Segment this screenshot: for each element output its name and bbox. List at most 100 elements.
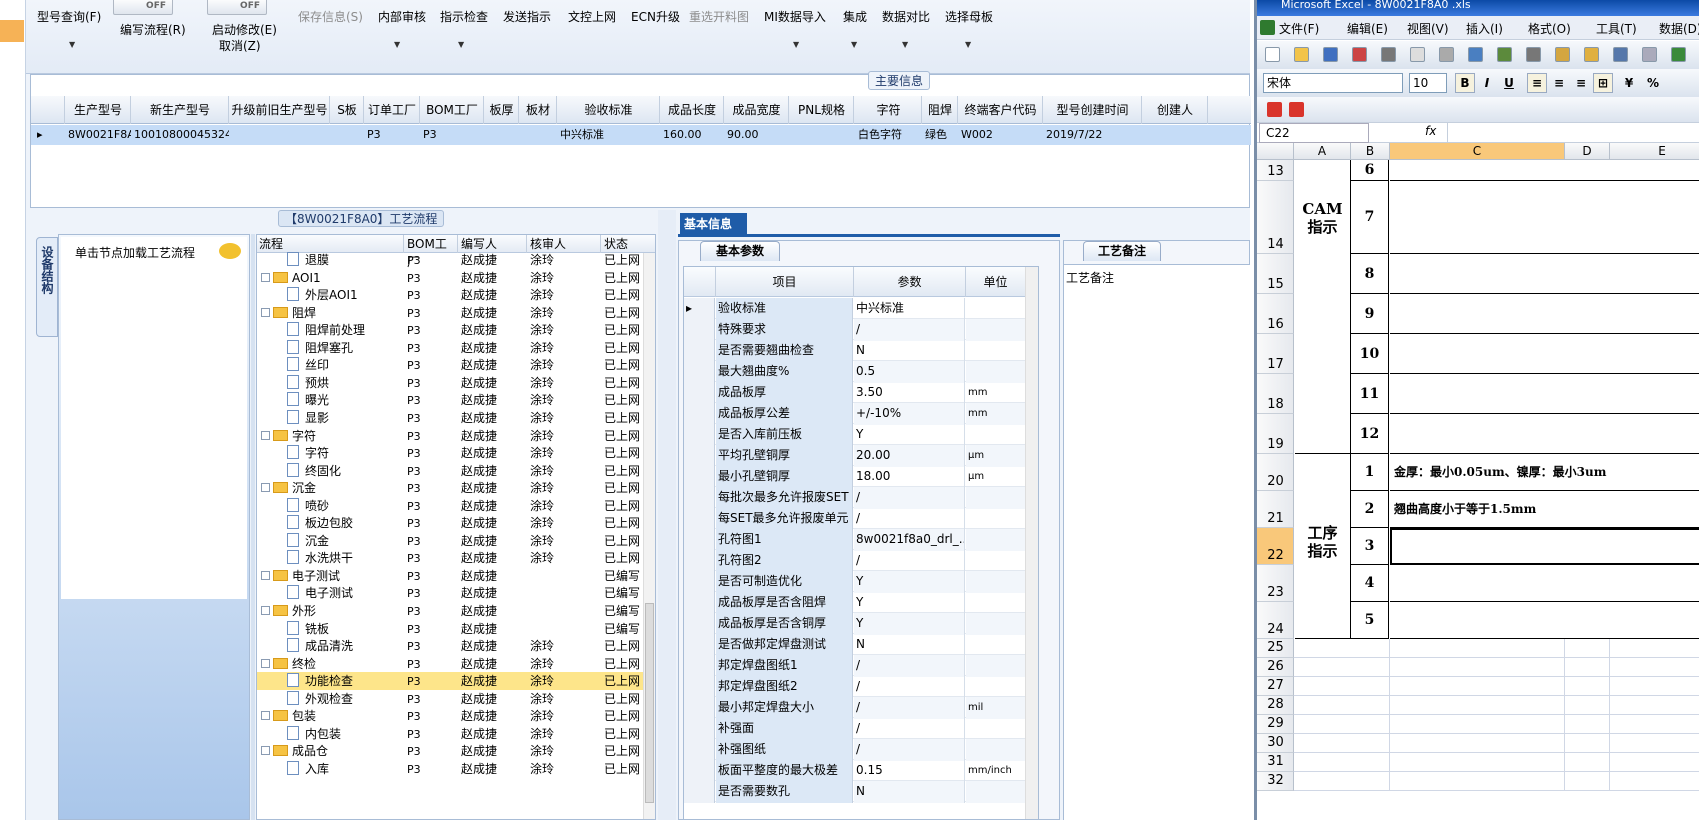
row-selector[interactable] [684, 634, 715, 656]
menu-item[interactable]: 工具(T) [1596, 20, 1637, 37]
tree-row[interactable]: 阻焊前处理 P3 赵成捷 涂玲 已上网 [257, 321, 655, 339]
expand-icon[interactable]: − [261, 570, 270, 580]
param-value[interactable]: 8w0021f8a0_drl_... [854, 529, 965, 551]
tree-row[interactable]: − 阻焊 P3 赵成捷 涂玲 已上网 [257, 304, 655, 323]
tree-node[interactable]: 水洗烘干 [287, 549, 403, 568]
equipment-structure-tab[interactable]: 设备结构 [36, 237, 58, 337]
expand-icon[interactable]: − [261, 711, 270, 721]
tree-node[interactable]: − 包装 [261, 707, 401, 726]
param-value[interactable]: / [854, 487, 965, 509]
menu-item[interactable]: 视图(V) [1407, 20, 1449, 37]
tree-row[interactable]: 丝印 P3 赵成捷 涂玲 已上网 [257, 356, 655, 375]
row-selector[interactable] [684, 319, 715, 341]
tree-row[interactable]: 水洗烘干 P3 赵成捷 涂玲 已上网 [257, 549, 655, 568]
main-info-cell[interactable]: P3 [421, 125, 484, 145]
param-value[interactable]: / [854, 739, 965, 761]
row-selector[interactable] [684, 529, 715, 551]
formula-input[interactable] [1447, 123, 1699, 143]
step-number[interactable]: 11 [1351, 374, 1389, 414]
chat-bubble-icon[interactable] [219, 243, 241, 259]
tree-node[interactable]: 显影 [287, 409, 403, 428]
currency-button[interactable]: ¥ [1619, 73, 1639, 93]
step-number[interactable]: 2 [1351, 491, 1389, 528]
tree-row[interactable]: − 终检 P3 赵成捷 涂玲 已上网 [257, 655, 655, 673]
tree-row[interactable]: − 字符 P3 赵成捷 涂玲 已上网 [257, 427, 655, 445]
step-number[interactable]: 6 [1351, 160, 1389, 181]
tree-node[interactable]: 电子测试 [287, 584, 403, 603]
row-header[interactable]: 15 [1257, 254, 1294, 294]
param-row[interactable]: 最小孔壁铜厚 18.00 μm [684, 466, 1038, 488]
row-header[interactable]: 19 [1257, 414, 1294, 454]
row-header[interactable]: 17 [1257, 334, 1294, 374]
step-number[interactable]: 10 [1351, 334, 1389, 374]
tree-row[interactable]: − AOI1 P3 赵成捷 涂玲 已上网 [257, 269, 655, 288]
tree-node[interactable]: − 沉金 [261, 479, 401, 498]
step-text-cell[interactable] [1390, 254, 1699, 294]
toolbar-button-13[interactable]: 数据对比 [882, 8, 930, 25]
main-info-cell[interactable]: 8W0021F8A0 [66, 125, 131, 145]
menu-item[interactable]: 文件(F) [1279, 20, 1319, 37]
main-info-cell[interactable] [485, 125, 519, 145]
column-header[interactable]: 生产型号 [66, 96, 131, 124]
main-info-cell[interactable]: 160.00 [661, 125, 724, 145]
column-header[interactable]: BOM工厂 [421, 96, 484, 124]
toolbar-button-2[interactable]: 启动修改(E) [212, 21, 277, 38]
param-row[interactable]: 邦定焊盘图纸1/ [684, 655, 1038, 677]
row-selector[interactable] [684, 382, 715, 404]
font-size-select[interactable]: 10 [1409, 73, 1447, 93]
tree-row[interactable]: − 电子测试 P3 赵成捷 已编写 [257, 567, 655, 585]
main-info-cell[interactable] [790, 125, 854, 145]
tree-row[interactable]: − 外形 P3 赵成捷 已编写 [257, 602, 655, 620]
toolbar-button-1[interactable]: 编写流程(R) [120, 21, 186, 38]
column-header[interactable]: PNL规格 [790, 96, 854, 124]
row-selector[interactable] [684, 445, 715, 467]
step-text-cell[interactable] [1390, 565, 1699, 602]
step-text-cell[interactable] [1390, 160, 1699, 181]
toolbar-icon[interactable] [1642, 47, 1657, 62]
param-value[interactable]: / [854, 676, 965, 698]
column-header[interactable]: A [1294, 143, 1351, 160]
param-row[interactable]: 平均孔壁铜厚 20.00 μm [684, 445, 1038, 467]
row-selector[interactable] [684, 403, 715, 425]
tree-row[interactable]: 板边包胶 P3 赵成捷 涂玲 已上网 [257, 514, 655, 532]
param-value[interactable]: N [854, 781, 965, 803]
toolbar-icon[interactable] [1265, 47, 1280, 62]
menu-item[interactable]: 数据(D) [1659, 20, 1699, 37]
row-header[interactable]: 28 [1257, 696, 1294, 715]
param-row[interactable]: 是否需要数孔 N [684, 781, 1038, 803]
column-header[interactable]: 升级前旧生产型号 [230, 96, 330, 124]
grid-column-header[interactable]: 单位 [966, 267, 1026, 297]
tree-node[interactable]: 字符 [287, 444, 403, 463]
tree-node[interactable]: − 阻焊 [261, 304, 401, 323]
expand-icon[interactable]: − [261, 272, 270, 282]
step-text-cell[interactable]: 翘曲高度小于等于1.5mm [1390, 491, 1699, 528]
italic-button[interactable]: I [1477, 73, 1497, 93]
row-header[interactable]: 22 [1257, 528, 1294, 565]
step-number[interactable]: 4 [1351, 565, 1389, 602]
tree-row[interactable]: 沉金 P3 赵成捷 涂玲 已上网 [257, 532, 655, 550]
toolbar-icon[interactable] [1439, 47, 1454, 62]
menu-item[interactable]: 格式(O) [1528, 20, 1571, 37]
column-header[interactable]: B [1351, 143, 1390, 160]
row-selector[interactable] [684, 655, 715, 677]
row-selector[interactable] [684, 550, 715, 572]
tree-node[interactable]: − AOI1 [261, 269, 401, 288]
main-info-cell[interactable] [1143, 125, 1208, 145]
param-value[interactable]: 0.15 [854, 760, 965, 782]
percent-button[interactable]: % [1643, 73, 1663, 93]
tree-node[interactable]: 丝印 [287, 356, 403, 375]
tree-node[interactable]: 成品清洗 [287, 637, 403, 656]
row-selector[interactable] [684, 487, 715, 509]
param-row[interactable]: 成品板厚 3.50 mm [684, 382, 1038, 404]
toolbar-button-3[interactable]: 取消(Z) [219, 37, 261, 54]
row-header[interactable]: 24 [1257, 602, 1294, 639]
row-header[interactable]: 30 [1257, 734, 1294, 753]
param-row[interactable]: 是否做邦定焊盘测试 N [684, 634, 1038, 656]
param-row[interactable]: 每批次最多允许报废SET / [684, 487, 1038, 509]
underline-button[interactable]: U [1499, 73, 1519, 93]
align-left-button[interactable]: ≡ [1527, 73, 1547, 93]
step-text-cell[interactable] [1390, 181, 1699, 254]
expand-icon[interactable]: − [261, 658, 270, 668]
main-info-cell[interactable]: 中兴标准 [558, 125, 660, 145]
toolbar-icon[interactable] [1294, 47, 1309, 62]
